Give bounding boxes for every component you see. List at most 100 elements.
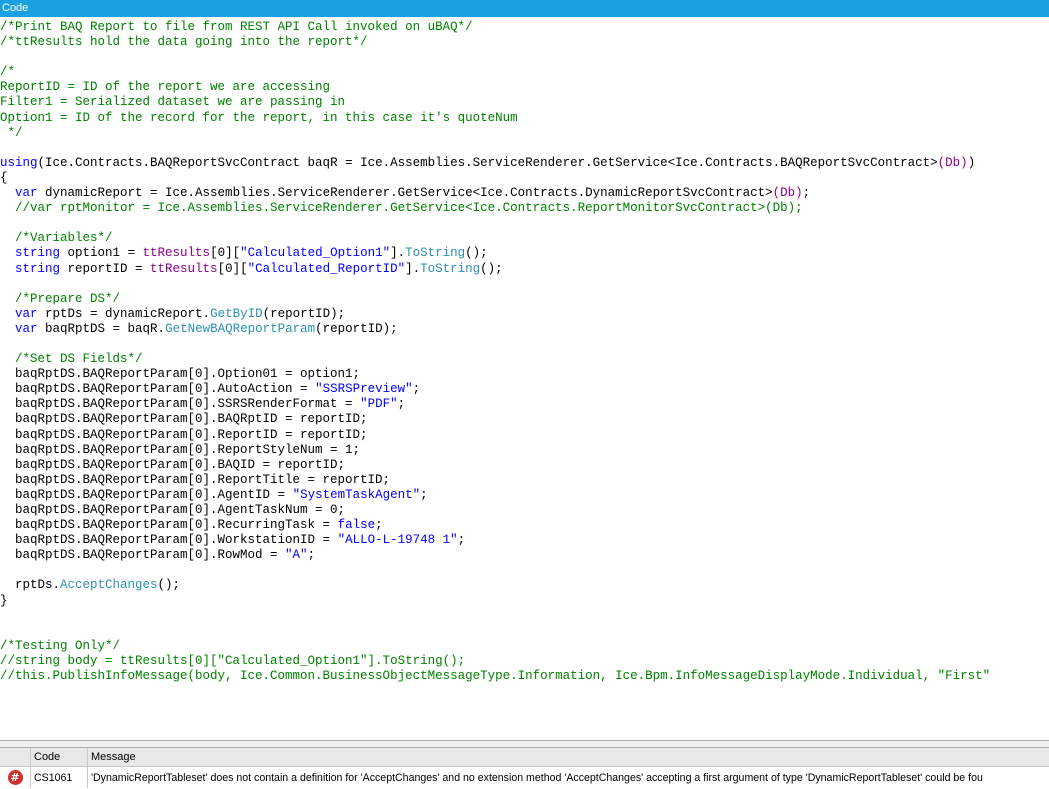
code-line[interactable]: /*ttResults hold the data going into the… — [0, 35, 990, 50]
code-token: } — [0, 593, 8, 608]
code-token: (Db) — [772, 186, 803, 201]
code-text[interactable]: /*Print BAQ Report to file from REST API… — [0, 20, 990, 684]
code-line[interactable]: Filter1 = Serialized dataset we are pass… — [0, 95, 990, 110]
code-token: var — [15, 186, 38, 201]
code-token: */ — [0, 125, 23, 140]
code-token: rptDs = dynamicReport. — [37, 306, 211, 321]
code-line[interactable]: baqRptDS.BAQReportParam[0].ReportID = re… — [0, 428, 990, 443]
code-token: /* — [0, 65, 16, 80]
code-line[interactable]: baqRptDS.BAQReportParam[0].AutoAction = … — [0, 382, 990, 397]
code-token: /*Set DS Fields*/ — [0, 352, 143, 367]
code-token: ) — [967, 155, 976, 170]
code-token: Filter1 = Serialized dataset we are pass… — [0, 95, 346, 110]
code-line[interactable] — [0, 50, 990, 65]
code-line[interactable]: baqRptDS.BAQReportParam[0].ReportStyleNu… — [0, 443, 990, 458]
code-token: baqRptDS.BAQReportParam[0].AgentID = — [0, 487, 293, 502]
code-editor[interactable]: /*Print BAQ Report to file from REST API… — [0, 18, 1049, 740]
code-line[interactable]: //var rptMonitor = Ice.Assemblies.Servic… — [0, 201, 990, 216]
code-line[interactable]: Option1 = ID of the record for the repor… — [0, 111, 990, 126]
code-line[interactable]: /*Print BAQ Report to file from REST API… — [0, 20, 990, 35]
code-token: Option1 = ID of the record for the repor… — [0, 110, 518, 125]
code-line[interactable]: /*Set DS Fields*/ — [0, 352, 990, 367]
horizontal-scrollbar[interactable] — [0, 740, 1049, 747]
code-line[interactable]: string option1 = ttResults[0]["Calculate… — [0, 246, 990, 261]
code-line[interactable]: /*Testing Only*/ — [0, 639, 990, 654]
code-token: GetNewBAQReportParam — [165, 321, 316, 336]
code-line[interactable]: baqRptDS.BAQReportParam[0].RowMod = "A"; — [0, 548, 990, 563]
code-token: baqRptDS = baqR. — [37, 321, 166, 336]
code-line[interactable]: baqRptDS.BAQReportParam[0].AgentTaskNum … — [0, 503, 990, 518]
code-line[interactable]: rptDs.AcceptChanges(); — [0, 578, 990, 593]
code-token: baqRptDS.BAQReportParam[0].RecurringTask… — [0, 518, 338, 533]
code-token: /*Variables*/ — [0, 231, 113, 246]
code-line[interactable]: baqRptDS.BAQReportParam[0].ReportTitle =… — [0, 473, 990, 488]
code-line[interactable]: string reportID = ttResults[0]["Calculat… — [0, 262, 990, 277]
code-token: "A" — [285, 548, 308, 563]
code-line[interactable] — [0, 216, 990, 231]
code-token: baqRptDS.BAQReportParam[0].Option01 = op… — [0, 367, 361, 382]
code-token: ; — [420, 487, 428, 502]
code-token: ReportID = ID of the report we are acces… — [0, 80, 331, 95]
code-token: ]. — [390, 246, 406, 261]
code-line[interactable]: baqRptDS.BAQReportParam[0].AgentID = "Sy… — [0, 488, 990, 503]
code-line[interactable]: baqRptDS.BAQReportParam[0].WorkstationID… — [0, 533, 990, 548]
error-list-header: Code Message — [0, 748, 1049, 767]
code-line[interactable]: } — [0, 594, 990, 609]
code-line[interactable]: ReportID = ID of the report we are acces… — [0, 80, 990, 95]
code-line[interactable]: var dynamicReport = Ice.Assemblies.Servi… — [0, 186, 990, 201]
code-line[interactable]: baqRptDS.BAQReportParam[0].Option01 = op… — [0, 367, 990, 382]
code-line[interactable] — [0, 609, 990, 624]
code-token: //this.PublishInfoMessage(body, Ice.Comm… — [0, 669, 991, 684]
code-line[interactable]: using(Ice.Contracts.BAQReportSvcContract… — [0, 156, 990, 171]
code-token: /*Print BAQ Report to file from REST API… — [0, 20, 473, 34]
code-line[interactable]: baqRptDS.BAQReportParam[0].BAQID = repor… — [0, 458, 990, 473]
code-token: baqRptDS.BAQReportParam[0].AgentTaskNum … — [0, 503, 346, 517]
error-list-code-column-header[interactable]: Code — [31, 748, 88, 766]
code-token: ; — [412, 382, 421, 397]
code-token: baqRptDS.BAQReportParam[0].BAQID = repor… — [0, 457, 346, 472]
code-line[interactable]: /*Variables*/ — [0, 231, 990, 246]
code-token: ]. — [405, 261, 421, 276]
code-token: var — [15, 306, 38, 321]
code-line[interactable] — [0, 277, 990, 292]
code-panel-header: Code — [0, 0, 1049, 17]
code-line[interactable]: { — [0, 171, 990, 186]
code-token: { — [0, 170, 8, 185]
code-line[interactable]: //this.PublishInfoMessage(body, Ice.Comm… — [0, 669, 990, 684]
code-line[interactable]: baqRptDS.BAQReportParam[0].SSRSRenderFor… — [0, 397, 990, 412]
code-token: (reportID); — [315, 321, 398, 336]
code-line[interactable]: baqRptDS.BAQReportParam[0].BAQRptID = re… — [0, 412, 990, 427]
code-token: "SystemTaskAgent" — [292, 487, 421, 502]
code-line[interactable] — [0, 141, 990, 156]
code-line[interactable] — [0, 337, 990, 352]
code-line[interactable]: baqRptDS.BAQReportParam[0].RecurringTask… — [0, 518, 990, 533]
code-line[interactable]: /* — [0, 65, 990, 80]
code-line[interactable]: //string body = ttResults[0]["Calculated… — [0, 654, 990, 669]
code-token: (Ice.Contracts.BAQReportSvcContract baqR… — [37, 155, 938, 170]
code-line[interactable]: var baqRptDS = baqR.GetNewBAQReportParam… — [0, 322, 990, 337]
code-token: baqRptDS.BAQReportParam[0].SSRSRenderFor… — [0, 397, 361, 412]
code-token: "Calculated_ReportID" — [247, 261, 406, 276]
code-token: [0][ — [217, 261, 248, 276]
code-panel-title: Code — [2, 2, 29, 14]
code-line[interactable] — [0, 624, 990, 639]
code-token: ; — [802, 186, 811, 201]
code-line[interactable] — [0, 563, 990, 578]
error-message: 'DynamicReportTableset' does not contain… — [91, 771, 983, 784]
code-line[interactable]: */ — [0, 126, 990, 141]
error-list-row[interactable]: # CS1061 'DynamicReportTableset' does no… — [0, 767, 1049, 788]
error-icon: # — [7, 770, 23, 785]
error-list-message-column-header[interactable]: Message — [88, 748, 1049, 766]
code-line[interactable]: /*Prepare DS*/ — [0, 292, 990, 307]
code-token: GetByID — [210, 306, 263, 321]
code-line[interactable]: var rptDs = dynamicReport.GetByID(report… — [0, 307, 990, 322]
code-token: reportID = — [60, 261, 151, 276]
code-token: baqRptDS.BAQReportParam[0].ReportTitle =… — [0, 472, 391, 487]
code-token: /*ttResults hold the data going into the… — [0, 35, 368, 50]
code-token: "PDF" — [360, 397, 398, 412]
code-token: ttResults — [150, 261, 218, 276]
